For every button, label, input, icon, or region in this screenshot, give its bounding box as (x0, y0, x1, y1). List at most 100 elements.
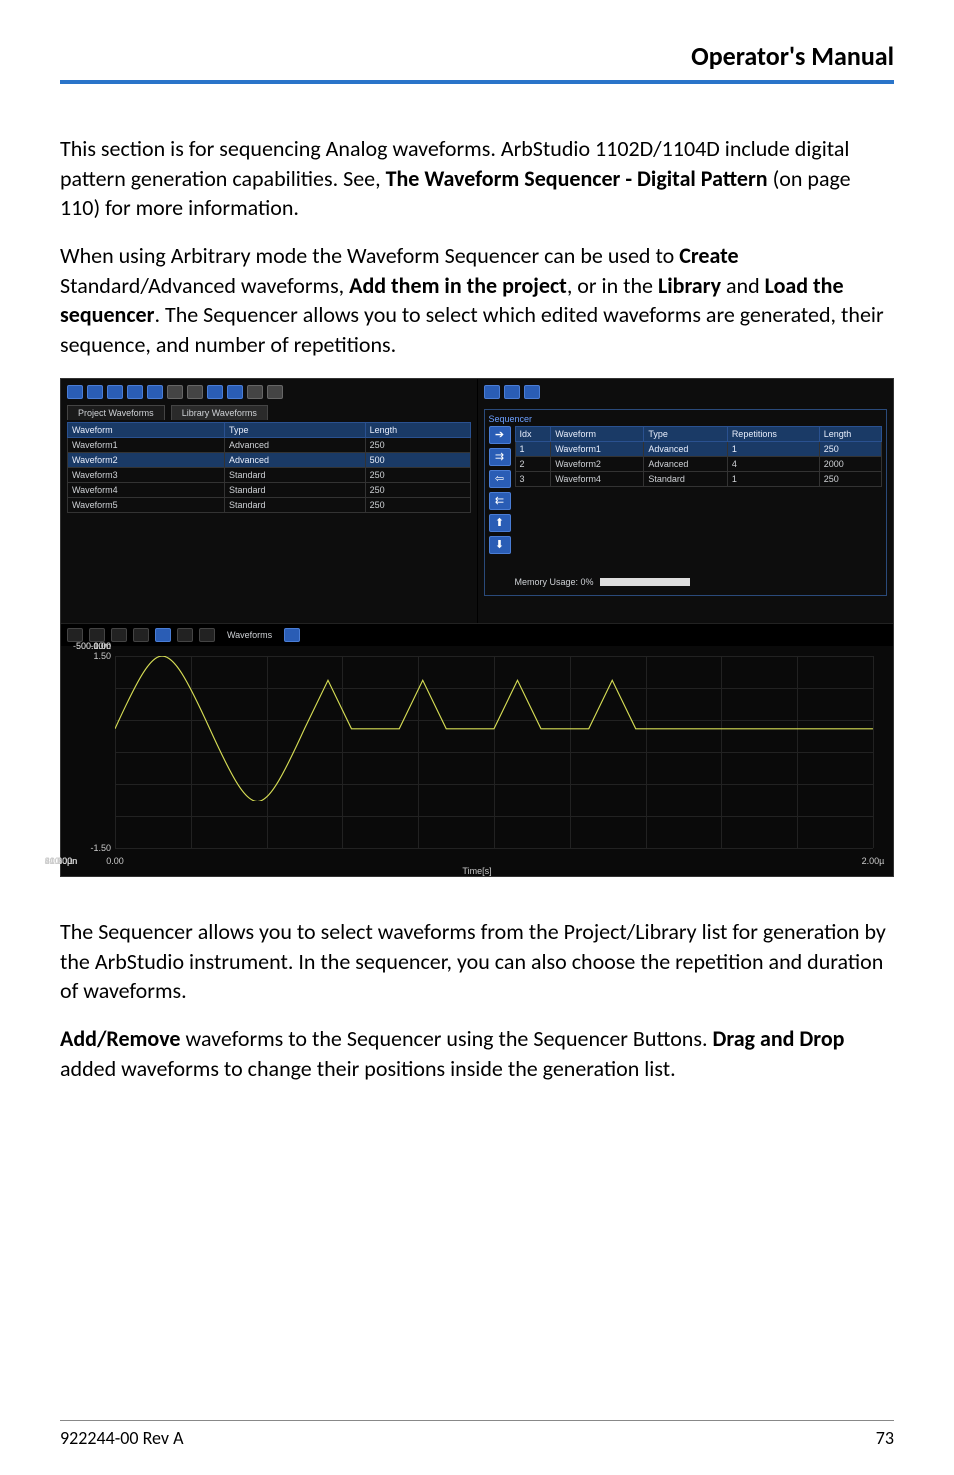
table-row[interactable]: Waveform3Standard250 (68, 467, 471, 482)
col-length[interactable]: Length (819, 426, 881, 441)
waveform-table: Waveform Type Length Waveform1Advanced25… (67, 422, 471, 513)
tool-icon[interactable] (504, 385, 520, 399)
memory-usage-label: Memory Usage: 0% (515, 577, 594, 587)
sequencer-table: Idx Waveform Type Repetitions Length 1 Wa… (515, 426, 883, 487)
page-title: Operator's Manual (60, 40, 894, 84)
footer-revision: 922244-00 Rev A (60, 1427, 184, 1449)
grid-icon[interactable] (199, 628, 215, 642)
sequencer-title: Sequencer (489, 414, 883, 424)
tab-library-waveforms[interactable]: Library Waveforms (171, 405, 268, 420)
table-row[interactable]: 3Waveform4Standard1250 (515, 471, 882, 486)
col-repetitions[interactable]: Repetitions (727, 426, 819, 441)
tool-icon[interactable] (267, 385, 283, 399)
table-row[interactable]: 1Waveform1Advanced1250 (515, 441, 882, 456)
arrow-left-icon: ⇦ (495, 472, 504, 485)
move-up-button[interactable]: ⬆ (489, 514, 511, 532)
footer-page-number: 73 (876, 1427, 894, 1449)
table-row[interactable]: Waveform2Advanced500 (68, 452, 471, 467)
chart-tab-label: Waveforms (227, 630, 272, 640)
cell: Waveform2 (551, 456, 644, 471)
cell: 500 (365, 452, 470, 467)
tool-icon[interactable] (227, 385, 243, 399)
tool-icon[interactable] (87, 385, 103, 399)
right-toolbar (484, 383, 888, 405)
remove-button[interactable]: ⇦ (489, 470, 511, 488)
chart-toolbar: Waveforms (61, 623, 893, 646)
zoom-out-icon[interactable] (111, 628, 127, 642)
add-button[interactable]: ➔ (489, 426, 511, 444)
col-idx[interactable]: Idx (515, 426, 551, 441)
fit-icon[interactable] (133, 628, 149, 642)
text-bold: Add them in the project (349, 272, 567, 299)
x-tick: 1.80µ (50, 856, 73, 866)
text-bold: Add/Remove (60, 1025, 180, 1052)
text-bold: Create (679, 242, 738, 269)
tool-icon[interactable] (67, 385, 83, 399)
tool-icon[interactable] (167, 385, 183, 399)
cell: Waveform2 (68, 452, 225, 467)
cell: Waveform1 (68, 437, 225, 452)
cell: 250 (819, 441, 881, 456)
text-bold: Drag and Drop (712, 1025, 844, 1052)
dropdown-icon[interactable] (177, 628, 193, 642)
table-row[interactable]: 2Waveform2Advanced42000 (515, 456, 882, 471)
tool-icon[interactable] (107, 385, 123, 399)
y-tick: -1.50 (61, 843, 111, 853)
chart-icon[interactable] (155, 628, 171, 642)
tool-icon[interactable] (207, 385, 223, 399)
add-all-button[interactable]: ⇉ (489, 448, 511, 466)
cell: Waveform5 (68, 497, 225, 512)
table-row[interactable]: Waveform5Standard250 (68, 497, 471, 512)
cell: Standard (224, 467, 365, 482)
text: added waveforms to change their position… (60, 1055, 676, 1082)
arrow-down-icon: ⬇ (495, 538, 504, 551)
hand-icon[interactable] (67, 628, 83, 642)
cell: 1 (727, 471, 819, 486)
cell: Advanced (644, 456, 727, 471)
cell: Advanced (224, 437, 365, 452)
tab-project-waveforms[interactable]: Project Waveforms (67, 405, 165, 420)
y-tick: 1.50 (61, 651, 111, 661)
col-type[interactable]: Type (644, 426, 727, 441)
tool-icon[interactable] (524, 385, 540, 399)
cell: Standard (224, 497, 365, 512)
col-waveform[interactable]: Waveform (551, 426, 644, 441)
double-arrow-left-icon: ⇇ (495, 494, 504, 507)
app-screenshot: Project Waveforms Library Waveforms Wave… (60, 378, 894, 877)
col-type[interactable]: Type (224, 422, 365, 437)
tool-icon[interactable] (147, 385, 163, 399)
cell: Waveform3 (68, 467, 225, 482)
cell: 2000 (819, 456, 881, 471)
tool-icon[interactable] (127, 385, 143, 399)
text-bold: Library (658, 272, 721, 299)
text-bold: The Waveform Sequencer - Digital Pattern (386, 165, 768, 192)
col-length[interactable]: Length (365, 422, 470, 437)
cell: Waveform4 (551, 471, 644, 486)
x-tick: 2.00µ (862, 856, 885, 866)
arrow-right-icon: ➔ (495, 428, 504, 441)
sequencer-panel: Sequencer ➔ ⇉ ⇦ ⇇ ⬆ ⬇ Idx (477, 379, 894, 623)
tool-icon[interactable] (484, 385, 500, 399)
tool-icon[interactable] (247, 385, 263, 399)
refresh-icon[interactable] (284, 628, 300, 642)
paragraph-2: When using Arbitrary mode the Waveform S… (60, 241, 894, 360)
zoom-in-icon[interactable] (89, 628, 105, 642)
text: Standard/Advanced waveforms, (60, 272, 349, 299)
cell: 250 (365, 467, 470, 482)
y-tick: -1.00 (61, 641, 111, 651)
cell: Waveform1 (551, 441, 644, 456)
table-row[interactable]: Waveform4Standard250 (68, 482, 471, 497)
tool-icon[interactable] (187, 385, 203, 399)
col-waveform[interactable]: Waveform (68, 422, 225, 437)
cell: Standard (224, 482, 365, 497)
x-axis-label: Time[s] (462, 866, 491, 876)
move-down-button[interactable]: ⬇ (489, 536, 511, 554)
paragraph-3: The Sequencer allows you to select wavef… (60, 917, 894, 1006)
memory-usage-bar (600, 578, 690, 586)
waveform-chart[interactable]: 1.50 1.00 500.00m 0.00 -500.00m -1.00 -1… (61, 646, 893, 876)
remove-all-button[interactable]: ⇇ (489, 492, 511, 510)
cell: 1 (727, 441, 819, 456)
cell: 250 (819, 471, 881, 486)
table-row[interactable]: Waveform1Advanced250 (68, 437, 471, 452)
x-tick: 0.00 (106, 856, 124, 866)
